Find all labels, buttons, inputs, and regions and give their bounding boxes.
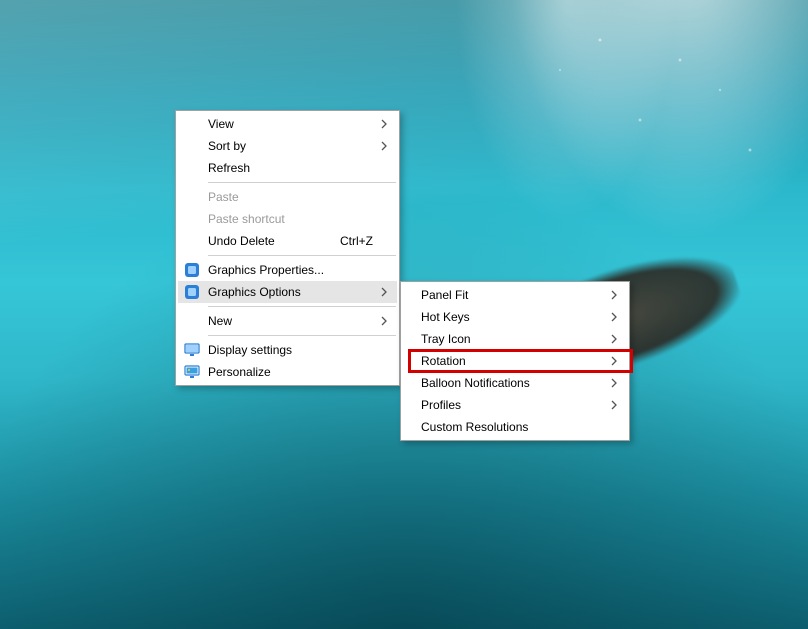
submenu-item-panel-fit[interactable]: Panel Fit (403, 284, 627, 306)
menu-item-graphics-properties[interactable]: Graphics Properties... (178, 259, 397, 281)
menu-item-paste-shortcut: Paste shortcut (178, 208, 397, 230)
menu-label: Hot Keys (417, 310, 607, 324)
menu-icon-placeholder (409, 353, 417, 369)
menu-label: Rotation (417, 354, 607, 368)
menu-label: Paste (204, 190, 377, 204)
chevron-right-icon (377, 287, 391, 297)
menu-icon-placeholder (184, 189, 204, 205)
menu-icon-placeholder (184, 211, 204, 227)
menu-label: Balloon Notifications (417, 376, 607, 390)
menu-item-personalize[interactable]: Personalize (178, 361, 397, 383)
submenu-item-hot-keys[interactable]: Hot Keys (403, 306, 627, 328)
menu-label: Paste shortcut (204, 212, 377, 226)
personalize-icon (184, 364, 204, 380)
menu-item-graphics-options[interactable]: Graphics Options (178, 281, 397, 303)
intel-icon (184, 284, 204, 300)
menu-item-view[interactable]: View (178, 113, 397, 135)
menu-icon-placeholder (184, 313, 204, 329)
menu-icon-placeholder (409, 375, 417, 391)
menu-item-undo-delete[interactable]: Undo Delete Ctrl+Z (178, 230, 397, 252)
graphics-options-submenu: Panel Fit Hot Keys Tray Icon Rotation Ba… (400, 281, 630, 441)
submenu-item-tray-icon[interactable]: Tray Icon (403, 328, 627, 350)
menu-separator (208, 335, 396, 336)
desktop-context-menu: View Sort by Refresh Paste Paste shortcu… (175, 110, 400, 386)
menu-item-sort-by[interactable]: Sort by (178, 135, 397, 157)
menu-icon-placeholder (184, 116, 204, 132)
submenu-item-balloon-notifications[interactable]: Balloon Notifications (403, 372, 627, 394)
menu-label: View (204, 117, 377, 131)
chevron-right-icon (607, 356, 621, 366)
menu-separator (208, 306, 396, 307)
menu-icon-placeholder (409, 287, 417, 303)
menu-shortcut: Ctrl+Z (330, 234, 377, 248)
menu-label: Tray Icon (417, 332, 607, 346)
submenu-item-rotation[interactable]: Rotation (403, 350, 627, 372)
menu-label: New (204, 314, 377, 328)
submenu-item-profiles[interactable]: Profiles (403, 394, 627, 416)
menu-icon-placeholder (409, 309, 417, 325)
menu-icon-placeholder (184, 160, 204, 176)
menu-icon-placeholder (184, 233, 204, 249)
chevron-right-icon (607, 312, 621, 322)
menu-label: Graphics Options (204, 285, 377, 299)
menu-item-display-settings[interactable]: Display settings (178, 339, 397, 361)
intel-icon (184, 262, 204, 278)
menu-label: Personalize (204, 365, 377, 379)
menu-label: Profiles (417, 398, 607, 412)
menu-label: Display settings (204, 343, 377, 357)
menu-item-refresh[interactable]: Refresh (178, 157, 397, 179)
menu-separator (208, 255, 396, 256)
chevron-right-icon (377, 119, 391, 129)
menu-icon-placeholder (184, 138, 204, 154)
chevron-right-icon (377, 141, 391, 151)
menu-label: Graphics Properties... (204, 263, 377, 277)
submenu-item-custom-resolutions[interactable]: Custom Resolutions (403, 416, 627, 438)
menu-icon-placeholder (409, 331, 417, 347)
display-icon (184, 342, 204, 358)
chevron-right-icon (607, 378, 621, 388)
menu-separator (208, 182, 396, 183)
menu-item-paste: Paste (178, 186, 397, 208)
menu-icon-placeholder (409, 419, 417, 435)
menu-label: Undo Delete (204, 234, 330, 248)
chevron-right-icon (607, 400, 621, 410)
chevron-right-icon (377, 316, 391, 326)
menu-label: Custom Resolutions (417, 420, 607, 434)
menu-label: Panel Fit (417, 288, 607, 302)
menu-label: Refresh (204, 161, 377, 175)
menu-item-new[interactable]: New (178, 310, 397, 332)
menu-label: Sort by (204, 139, 377, 153)
chevron-right-icon (607, 334, 621, 344)
chevron-right-icon (607, 290, 621, 300)
menu-icon-placeholder (409, 397, 417, 413)
